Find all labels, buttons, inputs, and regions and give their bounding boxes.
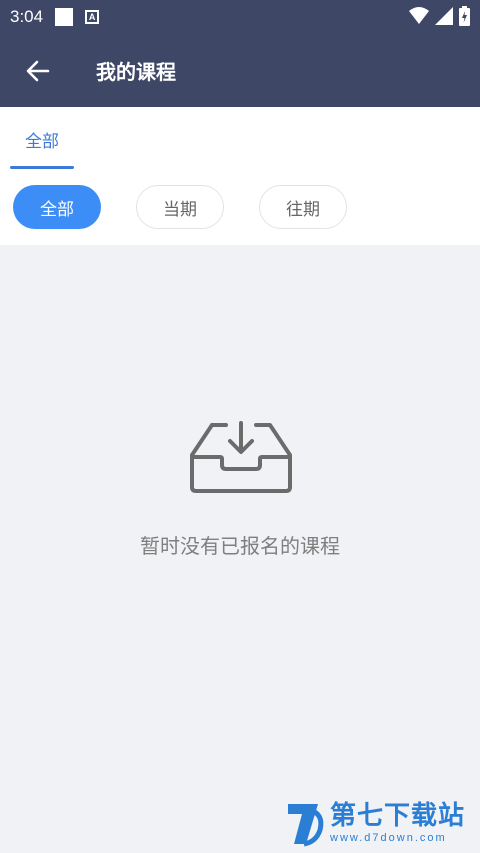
keyboard-notification-icon: A: [85, 10, 100, 24]
status-bar: 3:04 A: [0, 0, 480, 34]
watermark-text: 第七下载站 www.d7down.com: [330, 800, 465, 844]
tab-active-indicator: [10, 166, 74, 169]
notification-icon: [55, 8, 74, 26]
wifi-icon: [409, 7, 429, 24]
app-header: 3:04 A 我的课程: [0, 0, 480, 107]
tab-all[interactable]: 全部: [10, 107, 74, 171]
filter-all-button[interactable]: 全部: [13, 185, 101, 229]
arrow-left-icon: [26, 60, 50, 81]
status-time: 3:04: [10, 7, 44, 26]
tab-bar: 全部: [0, 107, 480, 171]
battery-icon: [459, 6, 470, 26]
status-right-icons: [409, 6, 470, 26]
course-list-empty: 暂时没有已报名的课程: [0, 245, 480, 853]
filter-bar: 全部 当期 往期: [0, 171, 480, 245]
back-button[interactable]: [15, 48, 61, 94]
watermark-title: 第七下载站: [330, 801, 466, 831]
title-bar: 我的课程: [0, 34, 480, 107]
empty-message: 暂时没有已报名的课程: [140, 534, 340, 558]
signal-icon: [435, 7, 453, 25]
filter-current-button[interactable]: 当期: [136, 185, 224, 229]
d7-logo-icon: [288, 804, 324, 847]
inbox-download-icon: [190, 421, 292, 493]
page-title: 我的课程: [96, 60, 176, 84]
filter-past-button[interactable]: 往期: [259, 185, 347, 229]
watermark: 第七下载站 www.d7down.com: [284, 800, 480, 853]
watermark-url: www.d7down.com: [330, 832, 447, 844]
